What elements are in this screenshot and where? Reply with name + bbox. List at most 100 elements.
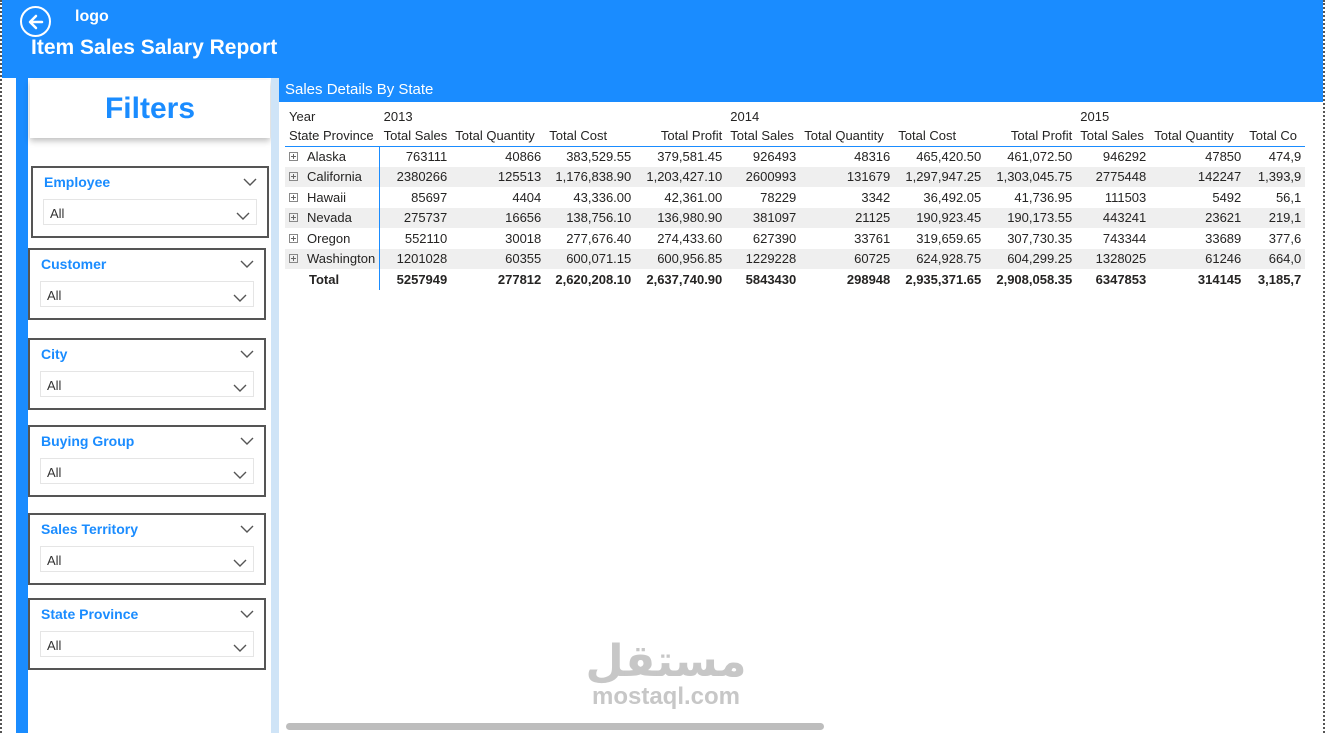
logo: logo <box>75 8 109 25</box>
table-cell: 946292 <box>1102 149 1147 164</box>
filters-title-card: Filters <box>30 80 270 138</box>
table-cell: 48316 <box>854 149 891 164</box>
year-header-spacer <box>545 106 635 126</box>
state-name: Washington <box>307 251 376 267</box>
column-header[interactable]: Total Sales <box>379 126 452 147</box>
year-header: 2015 <box>1080 108 1110 124</box>
back-button[interactable] <box>20 6 51 37</box>
chevron-down-icon[interactable] <box>240 521 254 533</box>
column-header[interactable]: Total Cost <box>545 126 636 147</box>
table-cell: 125513 <box>451 166 546 187</box>
table-cell: 3342 <box>861 189 891 205</box>
column-header[interactable]: Total Co <box>1245 126 1306 147</box>
slicer-city: City All <box>28 338 266 410</box>
table-cell: 47850 <box>1205 149 1242 164</box>
table-cell: 56,1 <box>1275 189 1302 205</box>
report-page: logo Item Sales Salary Report Filters Em… <box>0 0 1325 733</box>
slicer-dropdown[interactable]: All <box>40 546 254 572</box>
slicer-label: Sales Territory <box>41 521 139 537</box>
chevron-down-icon <box>233 467 247 479</box>
slicer-value: All <box>50 206 65 221</box>
column-header[interactable]: Total Quantity <box>451 126 546 147</box>
matrix-visual[interactable]: Year 2013 2014 2015 State Province Total Sale… <box>279 102 1323 733</box>
left-accent-bar <box>16 78 28 733</box>
column-header[interactable]: Total Sales <box>726 126 801 147</box>
slicer-label: Employee <box>44 174 111 190</box>
chevron-down-icon[interactable] <box>240 346 254 358</box>
visual-title: Sales Details By State <box>285 81 434 98</box>
table-row: Washington 1201028 60355 600,071.15 600,956.… <box>285 248 1306 269</box>
table-cell: 379,581.45 <box>657 149 723 164</box>
year-header-spacer <box>635 106 726 126</box>
row-header[interactable]: Alaska <box>285 146 381 167</box>
column-header[interactable]: Total Quantity <box>800 126 895 147</box>
filters-panel: Filters Employee All Customer All City All Buy… <box>28 78 271 733</box>
column-header[interactable]: Total Profit <box>635 126 727 147</box>
table-cell: 41,736.95 <box>1014 189 1073 205</box>
expand-icon[interactable] <box>289 213 298 223</box>
table-cell: 42,361.00 <box>664 189 723 205</box>
table-cell: 33689 <box>1205 230 1242 246</box>
table-cell: 78229 <box>760 189 797 205</box>
slicer-sales-territory: Sales Territory All <box>28 513 266 585</box>
table-cell: 377,6 <box>1268 230 1302 246</box>
expand-icon[interactable] <box>289 172 298 182</box>
total-row: Total 5257949 277812 2,620,208.10 2,637,740.… <box>285 269 1305 290</box>
year-header-spacer <box>1245 106 1305 126</box>
table-cell: 307,730.35 <box>1007 230 1073 246</box>
expand-icon[interactable] <box>289 233 298 243</box>
year-header-row: Year 2013 2014 2015 <box>285 106 1305 126</box>
table-cell: 926493 <box>752 149 797 164</box>
table-cell: 1,203,427.10 <box>635 166 727 187</box>
chevron-down-icon <box>233 380 247 392</box>
expand-icon[interactable] <box>289 254 298 264</box>
year-header-spacer <box>800 106 894 126</box>
row-header[interactable]: California <box>285 166 381 187</box>
column-header[interactable]: Total Quantity <box>1150 126 1246 147</box>
chevron-down-icon <box>233 640 247 652</box>
table-cell: 136,980.90 <box>635 207 727 228</box>
expand-icon[interactable] <box>289 192 298 202</box>
table-cell: 1,393,9 <box>1245 166 1306 187</box>
column-header[interactable]: Total Sales <box>1076 126 1151 147</box>
total-cell: 314145 <box>1197 271 1242 287</box>
table-cell: 465,420.50 <box>916 149 982 164</box>
table-cell: 1,297,947.25 <box>894 166 986 187</box>
chevron-down-icon <box>236 208 250 220</box>
table-cell: 2600993 <box>726 166 801 187</box>
table-cell: 552110 <box>404 230 448 246</box>
row-header[interactable]: Hawaii <box>285 187 381 208</box>
chevron-down-icon[interactable] <box>240 256 254 268</box>
slicer-employee: Employee All <box>31 166 269 238</box>
row-header[interactable]: Washington <box>285 248 381 269</box>
table-cell: 627390 <box>752 230 797 246</box>
table-cell: 2380266 <box>379 166 452 187</box>
slicer-dropdown[interactable]: All <box>40 281 254 307</box>
slicer-dropdown[interactable]: All <box>40 458 254 484</box>
column-header[interactable]: Total Cost <box>894 126 986 147</box>
table-cell: 111503 <box>1104 189 1147 205</box>
table-cell: 664,0 <box>1245 248 1306 269</box>
measure-header-row: State Province Total Sales Total Quantity T… <box>285 126 1306 147</box>
row-header[interactable]: Oregon <box>285 228 381 249</box>
row-header[interactable]: Nevada <box>285 207 381 228</box>
horizontal-scrollbar[interactable] <box>286 723 824 730</box>
chevron-down-icon[interactable] <box>243 174 257 186</box>
column-header[interactable]: Total Profit <box>985 126 1077 147</box>
total-cell: 277812 <box>497 271 542 287</box>
slicer-dropdown[interactable]: All <box>43 199 257 225</box>
table-cell: 85697 <box>411 189 448 205</box>
table-cell: 16656 <box>451 207 546 228</box>
table-cell: 131679 <box>800 166 895 187</box>
slicer-dropdown[interactable]: All <box>40 371 254 397</box>
chevron-down-icon[interactable] <box>240 606 254 618</box>
row-header-label[interactable]: State Province <box>285 126 380 147</box>
total-cell: 298948 <box>846 271 891 287</box>
slicer-dropdown[interactable]: All <box>40 631 254 657</box>
report-header: logo Item Sales Salary Report <box>2 0 1323 78</box>
slicer-customer: Customer All <box>28 248 266 320</box>
chevron-down-icon[interactable] <box>240 433 254 445</box>
expand-icon[interactable] <box>289 152 298 162</box>
table-row: Hawaii 85697 4404 43,336.00 42,361.00 78229 33… <box>285 187 1305 208</box>
table-cell: 275737 <box>379 207 452 228</box>
